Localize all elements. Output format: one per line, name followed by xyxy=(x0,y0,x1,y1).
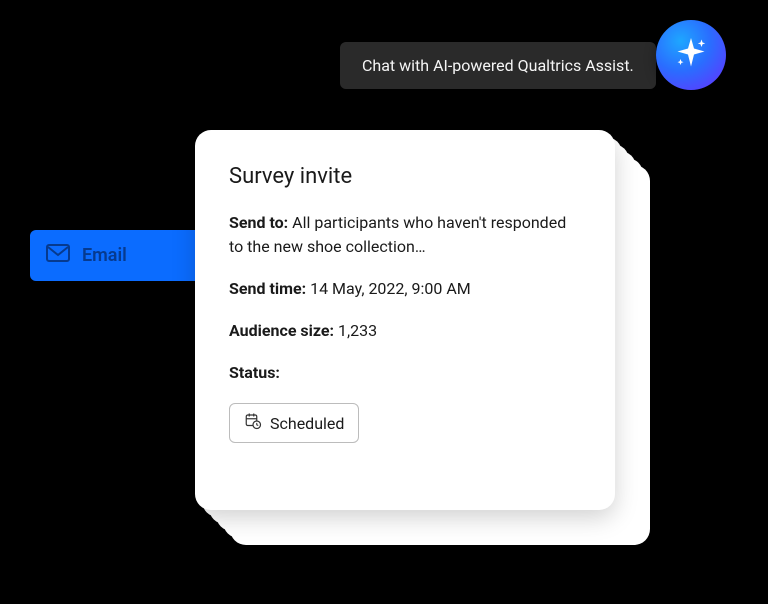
send-time-label: Send time: xyxy=(229,279,306,298)
audience-size-label: Audience size: xyxy=(229,321,334,340)
card-stack: Survey invite Send to: All participants … xyxy=(195,130,625,530)
field-audience-size: Audience size: 1,233 xyxy=(229,319,581,343)
email-tab-label: Email xyxy=(82,245,127,266)
field-send-to: Send to: All participants who haven't re… xyxy=(229,211,581,259)
assist-tooltip-text: Chat with AI-powered Qualtrics Assist. xyxy=(362,56,634,75)
audience-size-value: 1,233 xyxy=(338,321,377,340)
assist-tooltip: Chat with AI-powered Qualtrics Assist. xyxy=(340,42,656,89)
mail-icon xyxy=(46,244,70,267)
email-tab[interactable]: Email xyxy=(30,230,200,281)
card-title: Survey invite xyxy=(229,164,581,189)
sparkle-icon xyxy=(673,35,709,75)
status-badge[interactable]: Scheduled xyxy=(229,403,359,443)
status-label: Status: xyxy=(229,363,280,382)
send-to-label: Send to: xyxy=(229,213,288,232)
survey-invite-card: Survey invite Send to: All participants … xyxy=(195,130,615,510)
status-badge-label: Scheduled xyxy=(270,414,344,433)
send-time-value: 14 May, 2022, 9:00 AM xyxy=(310,279,471,298)
field-send-time: Send time: 14 May, 2022, 9:00 AM xyxy=(229,277,581,301)
calendar-clock-icon xyxy=(244,412,262,434)
assist-button[interactable] xyxy=(656,20,726,90)
field-status: Status: xyxy=(229,361,581,385)
